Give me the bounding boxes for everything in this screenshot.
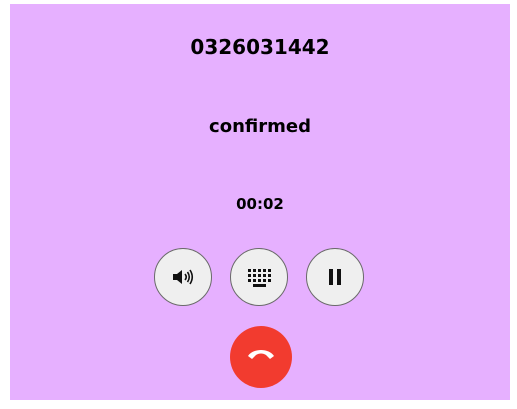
keypad-button[interactable] xyxy=(230,248,288,306)
phone-number: 0326031442 xyxy=(190,35,330,59)
pause-icon xyxy=(327,268,343,286)
hangup-button[interactable] xyxy=(230,326,292,388)
phone-hangup-icon xyxy=(246,347,276,367)
dialpad-icon xyxy=(247,267,271,287)
call-timer: 00:02 xyxy=(236,195,284,213)
call-status: confirmed xyxy=(209,116,311,137)
call-panel: 0326031442 confirmed 00:02 xyxy=(10,4,510,400)
speaker-button[interactable] xyxy=(154,248,212,306)
speaker-icon xyxy=(171,267,195,287)
hold-button[interactable] xyxy=(306,248,364,306)
